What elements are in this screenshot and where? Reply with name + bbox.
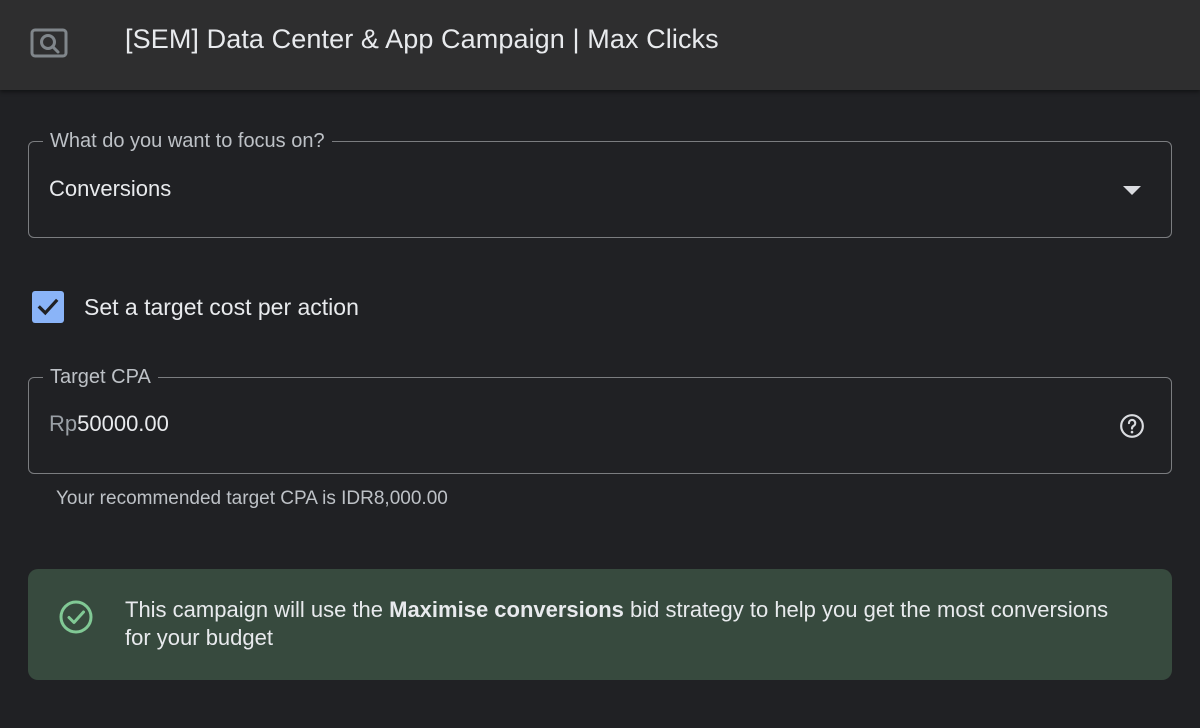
top-app-bar: [SEM] Data Center & App Campaign | Max C… — [0, 0, 1200, 90]
dropdown-arrow-icon[interactable] — [1123, 186, 1141, 195]
target-cpa-checkbox[interactable] — [32, 291, 64, 323]
focus-select-value: Conversions — [49, 176, 172, 201]
target-cpa-checkbox-row[interactable]: Set a target cost per action — [32, 290, 359, 324]
campaign-title: [SEM] Data Center & App Campaign | Max C… — [125, 24, 719, 54]
bid-strategy-message: This campaign will use the Maximise conv… — [125, 596, 1125, 652]
search-campaign-icon — [30, 28, 68, 58]
target-cpa-value[interactable]: 50000.00 — [77, 411, 169, 437]
target-cpa-input[interactable]: Rp 50000.00 — [49, 411, 169, 437]
help-circle-icon[interactable] — [1119, 413, 1145, 439]
focus-select-label: What do you want to focus on? — [43, 128, 332, 154]
bid-strategy-text-before: This campaign will use the — [125, 597, 390, 622]
checkmark-icon — [37, 298, 59, 316]
target-cpa-field[interactable]: Target CPA Rp 50000.00 — [28, 364, 1172, 474]
currency-prefix: Rp — [49, 411, 78, 436]
bid-strategy-banner: This campaign will use the Maximise conv… — [28, 569, 1172, 680]
check-circle-icon — [59, 600, 93, 634]
recommended-cpa-hint: Your recommended target CPA is IDR8,000.… — [56, 488, 448, 509]
target-cpa-label: Target CPA — [43, 364, 158, 390]
target-cpa-checkbox-label: Set a target cost per action — [84, 293, 359, 320]
bid-strategy-name: Maximise conversions — [389, 597, 624, 622]
focus-select[interactable]: What do you want to focus on? Conversion… — [28, 128, 1172, 238]
